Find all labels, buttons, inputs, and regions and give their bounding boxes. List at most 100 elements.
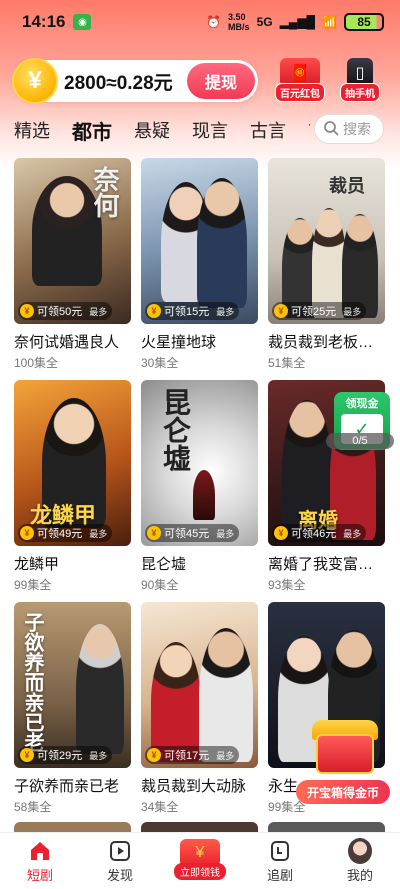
drama-episodes: 51集全 — [268, 356, 306, 370]
drama-title: 子欲养而亲已老 — [14, 778, 120, 795]
category-tabs: 精选 都市 悬疑 现言 古言 玄 — [0, 112, 310, 148]
nav-discover[interactable]: 发现 — [90, 839, 150, 884]
nav-label: 发现 — [106, 868, 133, 883]
search-button[interactable]: 搜索 — [314, 114, 384, 144]
tab-ancient-romance[interactable]: 古言 — [250, 117, 286, 143]
poster-title-text: 子欲养而亲已老 — [21, 612, 45, 752]
coin-icon: ¥ — [12, 58, 58, 104]
wifi-icon: 📶 — [322, 15, 337, 29]
drama-poster-peek — [268, 822, 385, 832]
avatar-icon — [348, 838, 372, 864]
drama-episodes: 58集全 — [14, 800, 52, 814]
drama-episodes: 93集全 — [268, 578, 306, 592]
reward-badge: ¥ 可领25元 最多 — [272, 302, 367, 320]
poster-figure — [151, 642, 201, 762]
promo-red-envelope[interactable]: 🧧 百元红包 — [272, 58, 328, 102]
reward-badge: ¥ 可领17元 最多 — [145, 746, 240, 764]
search-icon — [323, 120, 339, 139]
coin-icon: ¥ — [274, 526, 288, 540]
reward-badge: ¥ 可领15元 最多 — [145, 302, 240, 320]
drama-poster-peek — [141, 822, 258, 832]
reward-badge: ¥ 可领50元 最多 — [18, 302, 113, 320]
withdraw-button[interactable]: 提现 — [187, 63, 255, 99]
tab-featured[interactable]: 精选 — [14, 117, 50, 143]
poster-figure — [197, 178, 247, 308]
coin-icon: ¥ — [20, 526, 34, 540]
signal-icon: ▂▄▆█ — [279, 15, 316, 29]
treasure-chest-icon[interactable] — [312, 712, 378, 776]
bookmark-icon — [268, 839, 292, 863]
tab-suspense[interactable]: 悬疑 — [134, 117, 170, 143]
open-treasure-button[interactable]: 开宝箱得金币 — [296, 780, 390, 804]
status-bar: 14:16 ◉ ⏰ 3.50 MB/s 5G ▂▄▆█ 📶 85 — [0, 0, 400, 44]
drama-poster[interactable]: ¥ 可领17元 最多 — [141, 602, 258, 768]
nav-claim-money[interactable]: ¥ 立即领钱 — [170, 839, 230, 880]
claim-cash-progress: 0/5 — [326, 433, 394, 449]
drama-poster[interactable]: 子欲养而亲已老 ¥ 可领29元 最多 — [14, 602, 131, 768]
drama-card[interactable]: 龙鳞甲 ¥ 可领49元 最多 龙鳞甲 99集全 — [14, 380, 131, 602]
nav-following[interactable]: 追剧 — [250, 839, 310, 884]
poster-figure — [193, 470, 215, 520]
drama-card[interactable]: ¥ 可领15元 最多 火星撞地球 30集全 — [141, 158, 258, 380]
drama-title: 火星撞地球 — [141, 334, 217, 351]
tab-fantasy[interactable]: 玄 — [308, 117, 310, 143]
coin-icon: ¥ — [20, 304, 34, 318]
reward-badge: ¥ 可领46元 最多 — [272, 524, 367, 542]
bottom-nav: 短剧 发现 ¥ 立即领钱 追剧 我的 — [0, 832, 400, 889]
coin-balance-text: 2800≈0.28元 — [64, 72, 173, 94]
tab-modern-romance[interactable]: 现言 — [192, 117, 228, 143]
drama-poster[interactable]: 裁员 ¥ 可领25元 最多 — [268, 158, 385, 324]
home-icon — [28, 839, 52, 863]
drama-episodes: 90集全 — [141, 578, 179, 592]
drama-poster[interactable]: 龙鳞甲 ¥ 可领49元 最多 — [14, 380, 131, 546]
coin-icon: ¥ — [147, 304, 161, 318]
reward-badge: ¥ 可领45元 最多 — [145, 524, 240, 542]
promo-phone-label: 抽手机 — [340, 83, 380, 102]
drama-episodes: 34集全 — [141, 800, 179, 814]
drama-title: 奈何试婚遇良人 — [14, 334, 120, 351]
drama-episodes: 100集全 — [14, 356, 59, 370]
drama-title: 裁员裁到老板… — [268, 334, 374, 351]
net-speed: 3.50 MB/s — [228, 12, 250, 32]
poster-title-text: 昆仑墟 — [159, 388, 192, 472]
coin-balance-bar[interactable]: ¥ 2800≈0.28元 提现 — [12, 58, 258, 104]
poster-figure — [76, 624, 124, 754]
drama-title: 昆仑墟 — [141, 556, 187, 573]
coin-icon: ¥ — [147, 748, 161, 762]
nav-label: 立即领钱 — [174, 863, 226, 880]
claim-cash-label: 领现金 — [345, 398, 379, 410]
drama-card[interactable]: 子欲养而亲已老 ¥ 可领29元 最多 子欲养而亲已老 58集全 — [14, 602, 131, 824]
drama-card[interactable]: 昆仑墟 ¥ 可领45元 最多 昆仑墟 90集全 — [141, 380, 258, 602]
drama-card[interactable]: ¥ 可领17元 最多 裁员裁到大动脉 34集全 — [141, 602, 258, 824]
search-placeholder: 搜索 — [343, 121, 371, 137]
promo-phone[interactable]: ▯ 抽手机 — [332, 58, 388, 102]
coin-icon: ¥ — [20, 748, 34, 762]
play-icon — [108, 839, 132, 863]
reward-badge: ¥ 可领29元 最多 — [18, 746, 113, 764]
drama-episodes: 30集全 — [141, 356, 179, 370]
poster-title-text: 裁员 — [329, 176, 365, 197]
poster-title-text: 奈何 — [89, 166, 119, 218]
nav-profile[interactable]: 我的 — [330, 838, 390, 884]
drama-title: 裁员裁到大动脉 — [141, 778, 247, 795]
drama-card[interactable]: 奈何 ¥ 可领50元 最多 奈何试婚遇良人 100集全 — [14, 158, 131, 380]
drama-poster[interactable]: 昆仑墟 ¥ 可领45元 最多 — [141, 380, 258, 546]
drama-poster[interactable]: 奈何 ¥ 可领50元 最多 — [14, 158, 131, 324]
coin-icon: ¥ — [274, 304, 288, 318]
nav-label: 我的 — [346, 868, 373, 883]
drama-title: 龙鳞甲 — [14, 556, 60, 573]
nav-short-drama[interactable]: 短剧 — [10, 839, 70, 884]
status-indicators: ⏰ 3.50 MB/s 5G ▂▄▆█ 📶 85 — [206, 12, 384, 32]
nav-label: 追剧 — [266, 868, 293, 883]
chest-body — [316, 734, 374, 774]
coin-icon: ¥ — [147, 526, 161, 540]
drama-poster-peek — [14, 822, 131, 832]
drama-episodes: 99集全 — [14, 578, 52, 592]
poster-figure — [199, 628, 253, 762]
alarm-icon: ⏰ — [206, 15, 222, 29]
battery-icon: 85 — [344, 13, 384, 31]
nav-label: 短剧 — [26, 868, 53, 883]
tab-urban[interactable]: 都市 — [72, 116, 112, 145]
drama-card[interactable]: 裁员 ¥ 可领25元 最多 裁员裁到老板… 51集全 — [268, 158, 385, 380]
drama-poster[interactable]: ¥ 可领15元 最多 — [141, 158, 258, 324]
